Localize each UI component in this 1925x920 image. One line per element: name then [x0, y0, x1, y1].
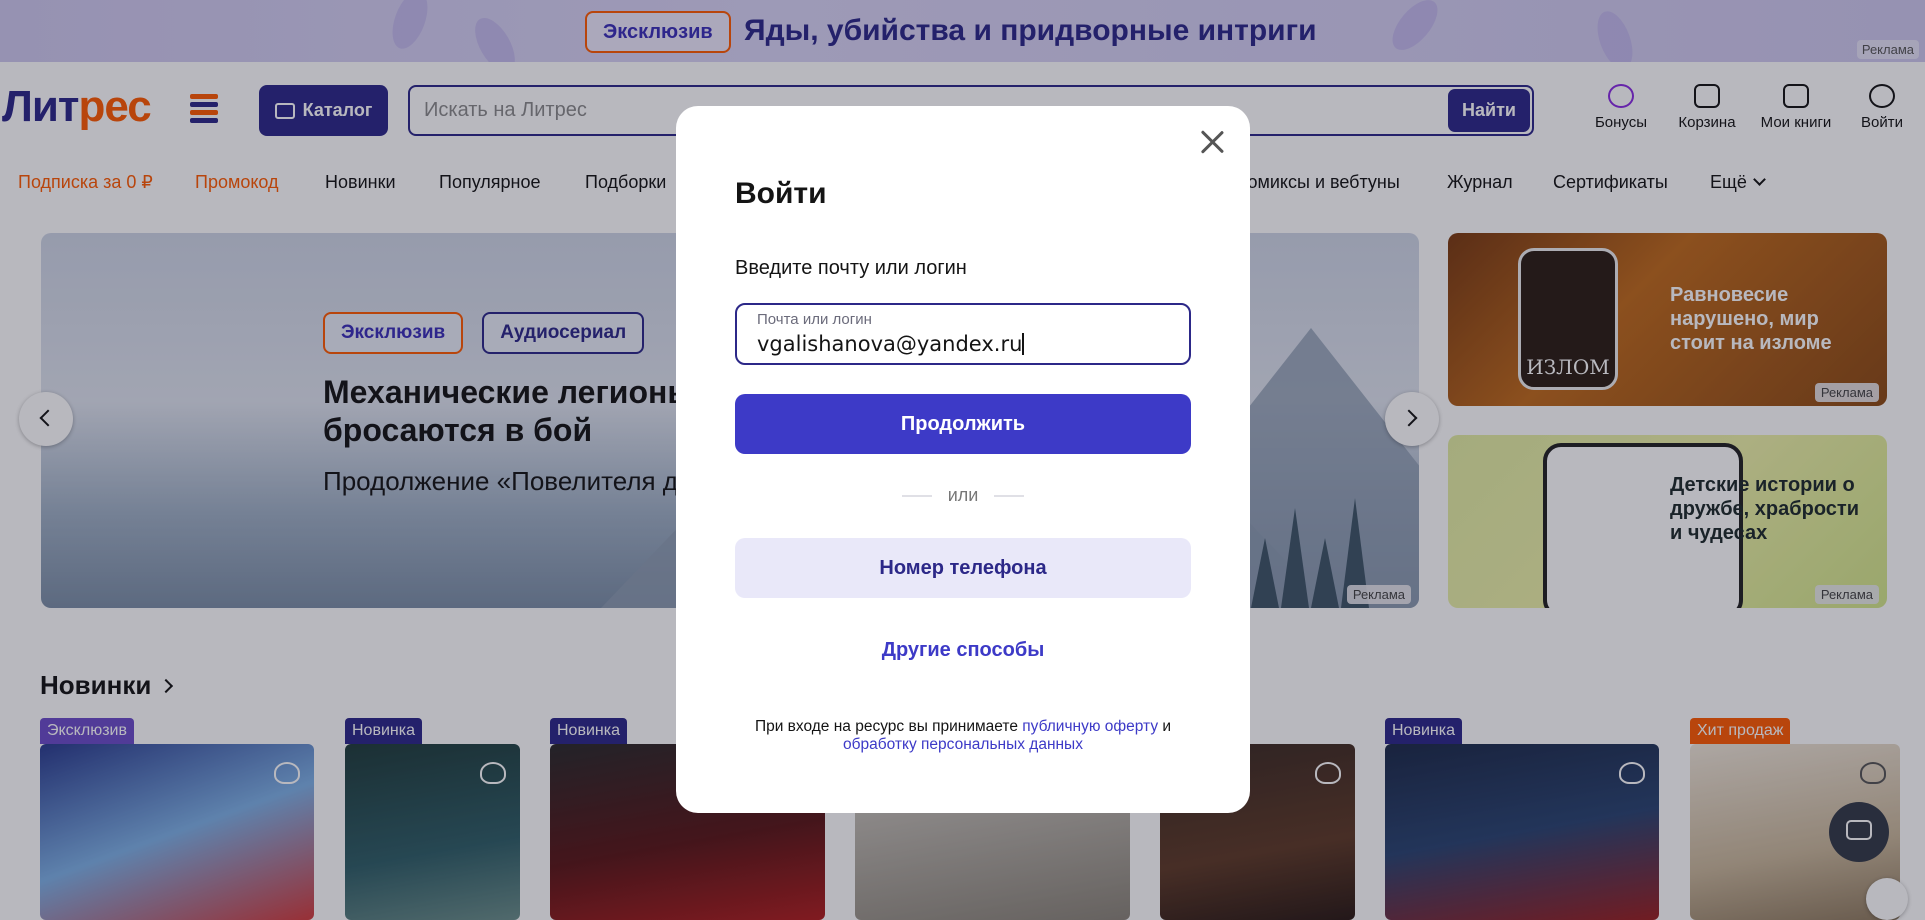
- email-value-text: vgalishanova@yandex.ru: [757, 332, 1023, 356]
- legal-notice: При входе на ресурс вы принимаете публич…: [716, 718, 1210, 754]
- login-modal: Войти Введите почту или логин Почта или …: [676, 106, 1250, 813]
- legal-text: и: [1158, 718, 1172, 735]
- text-caret: [1022, 333, 1024, 355]
- close-icon[interactable]: [1199, 129, 1225, 155]
- legal-text: При входе на ресурс вы принимаете: [754, 718, 1023, 735]
- continue-button[interactable]: Продолжить: [735, 394, 1191, 454]
- email-field[interactable]: Почта или логин vgalishanova@yandex.ru: [735, 303, 1191, 365]
- phone-login-button[interactable]: Номер телефона: [735, 538, 1191, 598]
- email-field-label: Почта или логин: [757, 311, 872, 328]
- login-prompt: Введите почту или логин: [735, 257, 967, 279]
- personal-data-link[interactable]: обработку персональных данных: [843, 736, 1083, 753]
- modal-title: Войти: [735, 177, 827, 210]
- public-offer-link[interactable]: публичную оферту: [1022, 718, 1158, 735]
- other-methods-link[interactable]: Другие способы: [735, 636, 1191, 664]
- email-field-value[interactable]: vgalishanova@yandex.ru: [757, 331, 1024, 357]
- or-divider: или: [735, 484, 1191, 506]
